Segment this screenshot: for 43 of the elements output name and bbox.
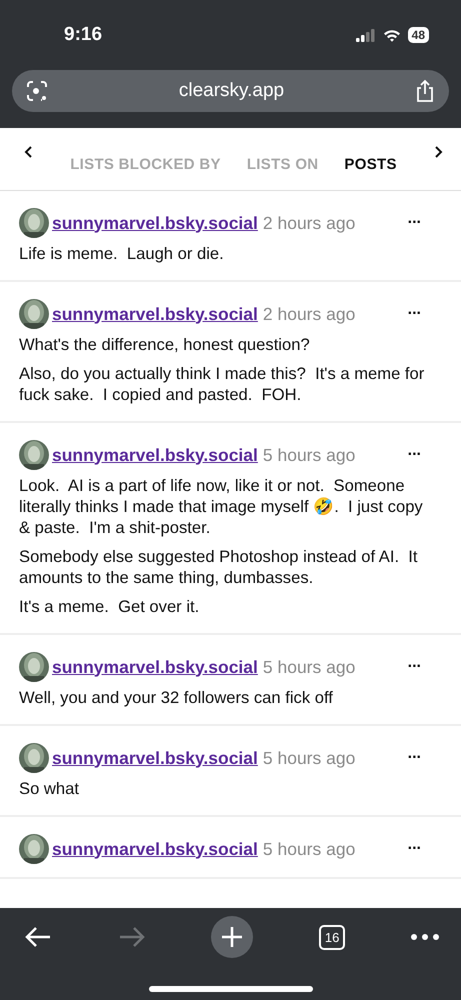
url-text: clearsky.app xyxy=(178,80,284,102)
tab[interactable]: POSTS xyxy=(344,156,397,172)
camera-scan-icon[interactable] xyxy=(26,80,48,102)
more-options-button[interactable]: ... xyxy=(408,301,431,327)
post-time: 5 hours ago xyxy=(262,838,356,860)
more-options-button[interactable]: ... xyxy=(408,442,431,468)
address-bar[interactable]: clearsky.app xyxy=(12,70,449,112)
author-link[interactable]: sunnymarvel.bsky.social xyxy=(52,656,258,678)
chevron-right-icon[interactable] xyxy=(433,144,443,158)
post-time: 5 hours ago xyxy=(262,748,356,768)
post-text: Also, do you actually think I made this? It's a meme for fuck sake. I copied and pasted. FOH. xyxy=(19,363,426,405)
share-icon[interactable] xyxy=(414,79,435,103)
post-text: So what xyxy=(19,778,80,799)
post-time: 2 hours ago xyxy=(262,304,356,324)
post-time: 2 hours ago xyxy=(262,212,356,234)
forward-icon[interactable] xyxy=(118,926,146,948)
post-time: 5 hours ago xyxy=(262,656,356,678)
battery-indicator: 48 xyxy=(408,27,429,43)
author-link[interactable]: sunnymarvel.bsky.social xyxy=(52,304,258,324)
more-options-button[interactable]: ... xyxy=(408,836,431,862)
author-link[interactable]: sunnymarvel.bsky.social xyxy=(52,838,258,860)
chevron-left-icon[interactable] xyxy=(24,144,34,158)
plus-icon xyxy=(221,926,244,948)
author-link[interactable]: sunnymarvel.bsky.social xyxy=(52,212,258,234)
back-icon[interactable] xyxy=(24,926,52,948)
new-tab-button[interactable] xyxy=(211,916,254,958)
tab-count-button[interactable]: 16 xyxy=(318,924,346,950)
author-link[interactable]: sunnymarvel.bsky.social xyxy=(52,748,258,768)
more-options-button[interactable]: ... xyxy=(408,745,431,771)
post-text: Well, you and your 32 followers can fick off xyxy=(19,687,334,708)
post-text: Somebody else suggested Photoshop instead of AI. It amounts to the same thing, dumbasses. xyxy=(19,546,419,588)
post-text: It's a meme. Get over it. xyxy=(19,596,200,617)
wifi-icon xyxy=(382,28,401,42)
post-text: Life is meme. Laugh or die. xyxy=(19,243,225,264)
signal-icon xyxy=(356,28,376,42)
author-link[interactable]: sunnymarvel.bsky.social xyxy=(52,444,258,466)
more-options-button[interactable]: ... xyxy=(408,654,431,680)
post-text: What's the difference, honest question? xyxy=(19,334,311,355)
more-icon[interactable] xyxy=(410,934,439,940)
more-options-button[interactable]: ... xyxy=(408,210,431,236)
post-text: Look. AI is a part of life now, like it or not. Someone literally thinks I made that image myself 🤣. I just copy & paste. I'm a shit-poster. xyxy=(19,475,424,538)
post-time: 5 hours ago xyxy=(262,444,356,466)
status-time: 9:16 xyxy=(64,24,102,46)
